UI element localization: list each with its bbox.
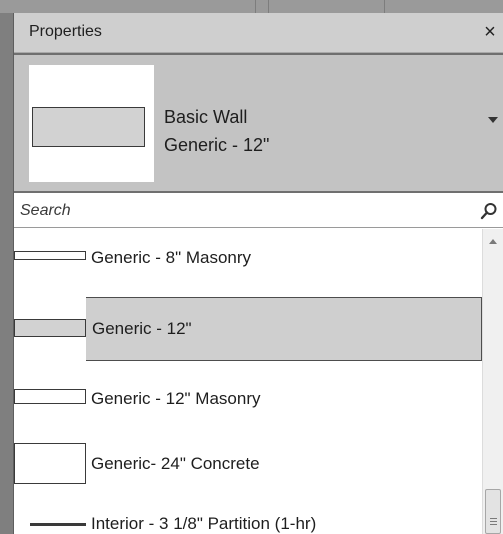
type-selector-dropdown[interactable]: Basic Wall Generic - 12" — [14, 53, 503, 193]
list-item-label: Generic - 12" — [92, 319, 192, 338]
properties-palette: Properties × Basic Wall Generic - 12" Ge… — [13, 13, 503, 534]
toolbar-divider — [268, 0, 269, 13]
type-thumbnail — [14, 435, 86, 497]
type-family-label: Basic Wall — [164, 107, 248, 127]
palette-title: Properties — [29, 23, 102, 40]
palette-titlebar[interactable]: Properties × — [14, 13, 503, 53]
search-icon[interactable] — [480, 202, 498, 220]
list-item[interactable]: Generic- 24" Concrete — [14, 435, 482, 497]
list-item-label: Generic - 8" Masonry — [91, 248, 252, 267]
chevron-down-icon[interactable] — [488, 117, 498, 123]
type-thumbnail — [14, 505, 86, 534]
toolbar-divider — [255, 0, 256, 13]
type-thumbnail — [14, 369, 86, 427]
scroll-up-icon[interactable] — [489, 239, 497, 244]
search-bar — [14, 195, 503, 228]
list-item-label: Generic- 24" Concrete — [91, 454, 260, 473]
top-toolbar-strip — [0, 0, 503, 13]
list-item[interactable]: Interior - 3 1/8" Partition (1-hr) — [14, 505, 482, 534]
search-input[interactable] — [14, 195, 476, 227]
type-preview-image — [29, 65, 154, 182]
type-thumbnail — [14, 297, 86, 361]
toolbar-divider — [384, 0, 385, 13]
type-thumbnail — [14, 229, 86, 287]
type-name-label: Generic - 12" — [164, 135, 270, 155]
list-item-label: Interior - 3 1/8" Partition (1-hr) — [91, 514, 317, 533]
list-item-label: Generic - 12" Masonry — [91, 389, 261, 408]
left-frame-edge — [0, 13, 13, 534]
wall-swatch — [32, 107, 145, 147]
list-item[interactable]: Generic - 12" — [14, 297, 482, 361]
type-list: Generic - 8" Masonry Generic - 12" Gener… — [14, 229, 482, 534]
scrollbar-thumb[interactable] — [485, 489, 501, 534]
list-item[interactable]: Generic - 8" Masonry — [14, 229, 482, 287]
list-item[interactable]: Generic - 12" Masonry — [14, 369, 482, 427]
list-scrollbar[interactable] — [482, 229, 503, 534]
close-icon[interactable]: × — [480, 21, 500, 43]
